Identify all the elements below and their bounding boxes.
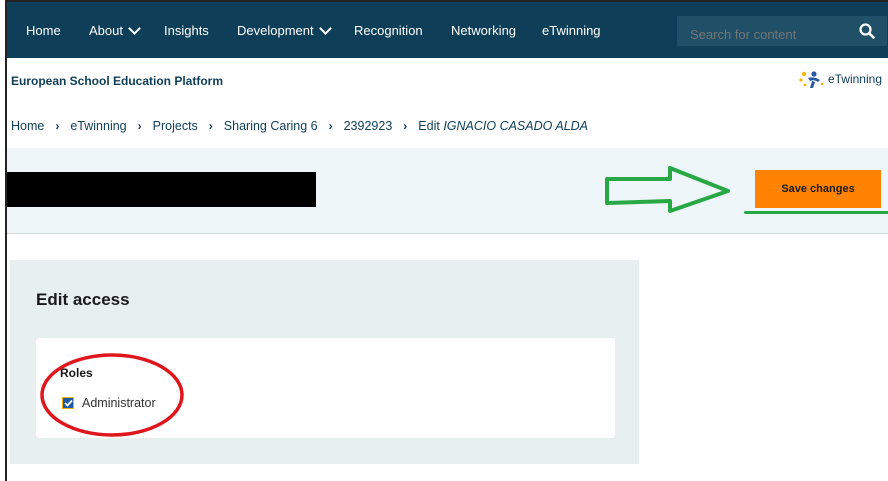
roles-label: Roles [60,366,93,380]
search-button[interactable] [847,16,887,46]
chevron-right-icon: › [137,119,142,133]
chevron-right-icon: › [328,119,333,133]
platform-title[interactable]: European School Education Platform [11,74,223,88]
nav-development-label: Development [237,23,314,38]
nav-home[interactable]: Home [26,23,61,38]
nav-insights-label: Insights [164,23,209,38]
breadcrumb-etwinning[interactable]: eTwinning [70,119,126,133]
save-changes-button[interactable]: Save changes [755,170,881,208]
card-title: Edit access [36,290,130,309]
chevron-right-icon: › [208,119,213,133]
nav-about[interactable]: About [89,22,141,38]
chevron-right-icon: › [55,119,60,133]
search-input[interactable] [677,16,847,46]
edit-access-card: Edit access Roles Administrator [10,260,639,464]
platform-bar: European School Education Platform eTwin… [7,58,888,105]
redacted-title [7,172,316,207]
breadcrumb-project-name[interactable]: Sharing Caring 6 [224,119,318,133]
breadcrumb-current-prefix: Edit [418,119,440,133]
etwinning-logo[interactable]: eTwinning [798,68,882,90]
nav-insights[interactable]: Insights [164,23,209,38]
breadcrumb: Home › eTwinning › Projects › Sharing Ca… [7,104,888,148]
etwinning-logo-icon [799,71,824,88]
nav-networking[interactable]: Networking [451,23,516,38]
chevron-right-icon: › [403,119,408,133]
roles-panel: Roles Administrator [36,338,615,438]
magnifier-icon [859,23,875,39]
nav-networking-label: Networking [451,23,517,38]
nav-etwinning[interactable]: eTwinning [542,23,601,38]
green-underline-annotation [744,211,888,214]
administrator-checkbox[interactable] [62,397,74,409]
nav-recognition[interactable]: Recognition [354,23,423,38]
nav-about-label: About [89,23,123,38]
administrator-label: Administrator [82,396,156,410]
breadcrumb-current: Edit IGNACIO CASADO ALDA [418,119,588,133]
role-administrator-option[interactable]: Administrator [62,396,156,410]
nav-home-label: Home [26,23,61,38]
breadcrumb-project-id[interactable]: 2392923 [344,119,393,133]
nav-development[interactable]: Development [237,22,332,38]
nav-etwinning-label: eTwinning [542,23,601,38]
checkmark-icon [63,399,73,407]
breadcrumb-projects[interactable]: Projects [153,119,198,133]
breadcrumb-current-name: IGNACIO CASADO ALDA [443,119,589,133]
page-header: Save changes [7,148,888,234]
chevron-down-icon [318,22,332,35]
breadcrumb-home[interactable]: Home [11,119,44,133]
nav-recognition-label: Recognition [354,23,423,38]
chevron-down-icon [128,22,141,35]
logo-text: eTwinning [827,72,882,86]
top-navigation: Home About Insights Development Recognit… [7,2,888,58]
